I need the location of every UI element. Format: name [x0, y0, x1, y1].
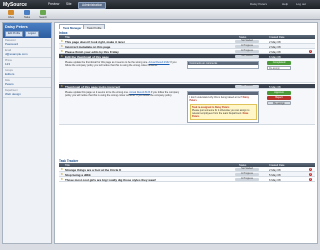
reject-button[interactable]: Reject	[267, 96, 291, 100]
sidebar-field: Department Web design	[3, 88, 51, 98]
tab-task-manager[interactable]: Task Manager	[59, 24, 86, 30]
user-header: Daisy Peters Edit Profile Logout	[3, 23, 51, 38]
sidebar: Daisy Peters Edit Profile Logout Passwor…	[2, 22, 52, 244]
close-icon[interactable]: ×	[309, 168, 312, 171]
status-badge: In Progress	[235, 173, 259, 176]
top-bar: MySource Preview Site Administration Dai…	[0, 0, 320, 9]
field-value[interactable]: Peters	[5, 82, 49, 86]
note-text: Please just someone fix it otherwise you…	[192, 109, 250, 115]
edit-profile-button[interactable]: Edit Profile	[5, 30, 24, 37]
sidebar-field: Role Peters	[3, 78, 51, 88]
task-description: Please update the thumbnail for this pag…	[65, 61, 183, 67]
logout-button[interactable]: Logout	[25, 30, 39, 37]
comment: I don't understand why this is being rai…	[188, 95, 258, 103]
tasks-icon	[24, 10, 30, 15]
completed-button[interactable]: Completed	[267, 61, 291, 65]
comment-text: I don't understand why this is being rai…	[189, 96, 242, 99]
toolbar-inbox[interactable]: Inbox	[4, 10, 18, 19]
status-badge: Not Started	[235, 85, 259, 88]
comments-box: Comments on comments	[187, 60, 259, 69]
status-badge: Not Started	[235, 168, 259, 171]
user-name: Daisy Peters	[5, 24, 28, 29]
toolbar-label: Tasks	[23, 15, 31, 19]
comment-note: Task re-assigned to Daisy Peters Please …	[189, 104, 257, 120]
menu-site[interactable]: Site	[66, 2, 72, 6]
star-icon[interactable]: ★	[61, 44, 64, 48]
status-badge: In Progress	[235, 45, 259, 48]
logout-link[interactable]: Log out	[296, 2, 306, 6]
field-value[interactable]: Editors	[5, 72, 49, 76]
comments-header: Comments on comments	[188, 61, 258, 65]
status-badge: Not Started	[235, 55, 259, 58]
tab-task-profile[interactable]: Task Profile	[83, 24, 106, 30]
star-icon[interactable]: ★	[61, 54, 64, 58]
close-icon[interactable]: ×	[309, 173, 312, 176]
field-value[interactable]: Web design	[5, 92, 49, 96]
sidebar-field: Phone 123	[3, 58, 51, 68]
current-user[interactable]: Daisy Peters	[250, 2, 267, 6]
reassign-button[interactable]: Re-assign	[267, 101, 291, 105]
star-icon[interactable]: ★	[61, 49, 64, 53]
star-icon[interactable]: ★	[61, 84, 64, 88]
menu-preview[interactable]: Preview	[48, 2, 59, 6]
star-icon[interactable]: ★	[61, 167, 64, 171]
sidebar-field: Groups Editors	[3, 68, 51, 78]
close-icon[interactable]: ×	[309, 178, 312, 181]
sidebar-field: Email d@example.com	[3, 48, 51, 58]
main-panel: Task Manager Task Profile Inbox Title St…	[54, 22, 318, 244]
approve-button[interactable]: Approve	[267, 91, 291, 95]
table-row[interactable]: ★ Those most cool girls are big I really…	[59, 177, 315, 182]
comments-box: I don't understand why this is being rai…	[187, 90, 259, 123]
menu-administration[interactable]: Administration	[78, 1, 107, 9]
toolbar: Inbox Tasks Search	[0, 9, 320, 20]
task-description: Please update this page so it seems to b…	[65, 91, 183, 97]
star-icon[interactable]: ★	[61, 39, 64, 43]
toolbar-label: Search	[39, 15, 47, 19]
field-value[interactable]: Password	[5, 42, 49, 46]
status-badge: In Progress	[235, 50, 259, 53]
row-title: Those most cool girls are big I really d…	[65, 178, 157, 182]
help-link[interactable]: Help	[282, 2, 288, 6]
star-icon[interactable]: ★	[61, 177, 64, 181]
status-badge: In Progress	[235, 178, 259, 181]
search-icon	[40, 10, 46, 15]
toolbar-search[interactable]: Search	[36, 10, 50, 19]
close-icon[interactable]: ×	[309, 50, 312, 53]
row-date: 6 May 08	[269, 178, 281, 182]
inbox-icon	[8, 10, 14, 15]
toolbar-label: Inbox	[8, 15, 14, 19]
reassign-select[interactable]: Re-assign	[267, 66, 291, 70]
status-badge: Not Started	[235, 40, 259, 43]
task-detail: Please update the thumbnail for this pag…	[59, 59, 315, 83]
star-icon[interactable]: ★	[61, 172, 64, 176]
task-detail: Please update this page so it seems to b…	[59, 89, 315, 125]
toolbar-tasks[interactable]: Tasks	[20, 10, 34, 19]
field-value[interactable]: 123	[5, 62, 49, 66]
field-value[interactable]: d@example.com	[5, 52, 49, 56]
sidebar-field: Password Password	[3, 38, 51, 48]
app-logo[interactable]: MySource	[3, 2, 27, 8]
